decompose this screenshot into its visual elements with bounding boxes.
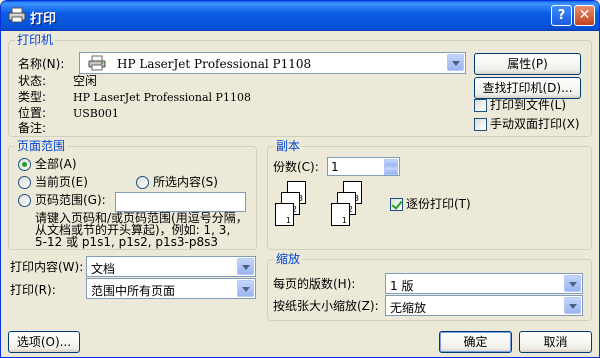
collate-page: 1 <box>331 203 350 226</box>
chevron-down-icon[interactable] <box>237 280 254 297</box>
spin-up-icon[interactable] <box>384 159 398 167</box>
help-button[interactable]: ? <box>551 5 572 26</box>
pages-per-sheet-value: 1 版 <box>390 279 414 293</box>
all-pages-label[interactable]: 全部(A) <box>35 157 77 171</box>
cancel-button[interactable]: 取消 <box>519 331 592 353</box>
collate-checkbox[interactable] <box>390 198 403 211</box>
selection-label[interactable]: 所选内容(S) <box>153 175 218 189</box>
manual-duplex-label[interactable]: 手动双面打印(X) <box>490 117 580 131</box>
collate-label[interactable]: 逐份打印(T) <box>406 197 471 211</box>
printer-name-label: 名称(N): <box>18 57 65 71</box>
status-value: 空闲 <box>73 74 98 88</box>
page-numbers-label[interactable]: 页码范围(G): <box>35 193 106 207</box>
scale-value: 无缩放 <box>390 301 427 315</box>
chevron-down-icon[interactable] <box>447 54 464 71</box>
chevron-down-icon[interactable] <box>564 297 581 314</box>
page-range-legend: 页面范围 <box>15 139 68 153</box>
current-page-label[interactable]: 当前页(E) <box>35 175 88 189</box>
comment-label: 备注: <box>18 121 47 135</box>
location-value: USB001 <box>73 107 119 120</box>
all-pages-radio[interactable] <box>18 158 31 171</box>
title-bar[interactable]: 打印 ? ✕ <box>1 1 599 31</box>
status-label: 状态: <box>18 74 47 88</box>
collate-page: 1 <box>275 203 294 226</box>
copies-count-value: 1 <box>331 160 339 174</box>
find-printer-button[interactable]: 查找打印机(D)... <box>474 77 581 99</box>
page-numbers-input[interactable] <box>115 192 246 212</box>
pages-per-sheet-label: 每页的版数(H): <box>273 277 356 291</box>
chevron-down-icon[interactable] <box>564 275 581 292</box>
print-dialog: 打印 ? ✕ 打印机 名称(N): HP LaserJet Profession… <box>0 0 600 358</box>
print-which-value: 范围中所有页面 <box>91 284 176 298</box>
printer-icon <box>88 55 106 71</box>
print-which-label: 打印(R): <box>10 283 56 297</box>
type-label: 类型: <box>18 90 47 104</box>
spin-down-icon[interactable] <box>384 167 398 175</box>
printer-name-select[interactable]: HP LaserJet Professional P1108 <box>79 52 466 74</box>
ok-button[interactable]: 确定 <box>439 331 512 353</box>
print-what-select[interactable]: 文档 <box>86 256 256 277</box>
selection-radio[interactable] <box>136 176 149 189</box>
print-to-file-label[interactable]: 打印到文件(L) <box>490 98 566 112</box>
page-numbers-radio[interactable] <box>18 194 31 207</box>
printer-group-legend: 打印机 <box>15 33 56 47</box>
zoom-legend: 缩放 <box>274 252 303 266</box>
properties-button[interactable]: 属性(P) <box>474 53 581 75</box>
scale-select[interactable]: 无缩放 <box>385 295 583 316</box>
current-page-radio[interactable] <box>18 176 31 189</box>
window-title: 打印 <box>30 12 57 27</box>
page-range-hint-3: 5-12 或 p1s1, p1s2, p1s3-p8s3 <box>35 235 219 249</box>
print-to-file-checkbox[interactable] <box>474 99 487 112</box>
scale-label: 按纸张大小缩放(Z): <box>273 299 379 313</box>
printer-icon <box>8 7 26 23</box>
print-what-value: 文档 <box>91 262 116 276</box>
print-which-select[interactable]: 范围中所有页面 <box>86 278 256 299</box>
options-button[interactable]: 选项(O)... <box>8 331 80 353</box>
print-what-label: 打印内容(W): <box>10 260 84 274</box>
type-value: HP LaserJet Professional P1108 <box>73 91 251 104</box>
copies-count-label: 份数(C): <box>273 160 319 174</box>
copies-count-input[interactable]: 1 <box>327 157 400 176</box>
location-label: 位置: <box>18 106 47 120</box>
chevron-down-icon[interactable] <box>237 258 254 275</box>
close-button[interactable]: ✕ <box>574 5 595 26</box>
pages-per-sheet-select[interactable]: 1 版 <box>385 273 583 294</box>
copies-legend: 副本 <box>274 139 303 153</box>
printer-name-value: HP LaserJet Professional P1108 <box>117 57 312 71</box>
manual-duplex-checkbox[interactable] <box>474 118 487 131</box>
